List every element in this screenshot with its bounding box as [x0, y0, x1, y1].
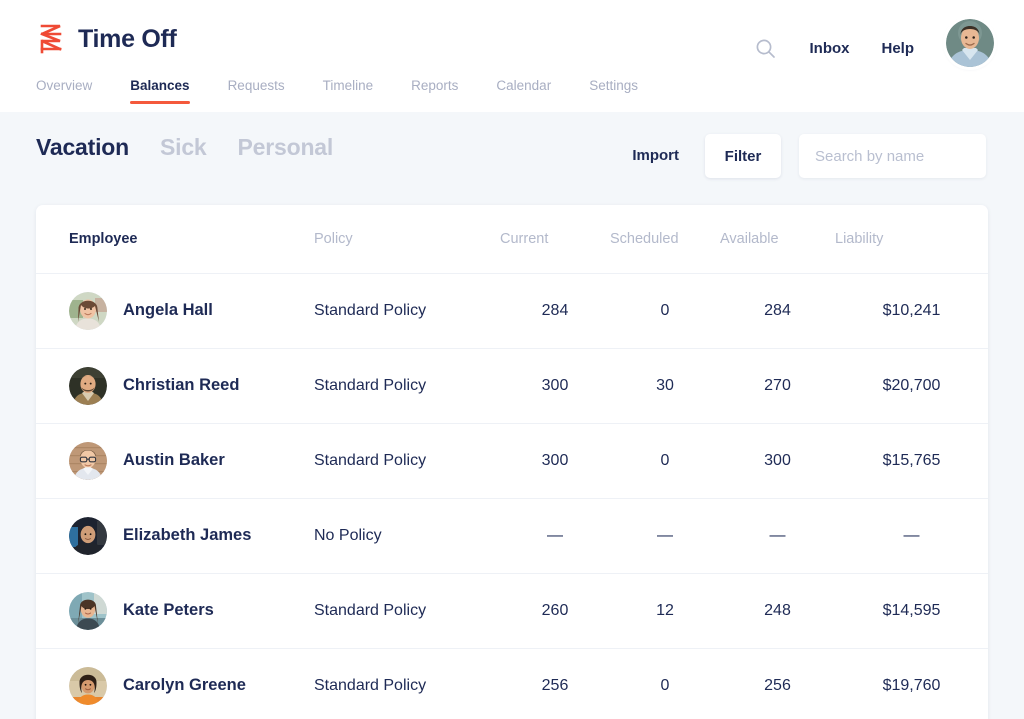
cell-employee: Austin Baker — [36, 423, 314, 498]
cell-policy: Standard Policy — [314, 648, 500, 719]
nav-tab-timeline[interactable]: Timeline — [323, 78, 374, 104]
employee-name: Kate Peters — [123, 601, 214, 620]
avatar-photo — [69, 667, 107, 705]
cell-current: — — [500, 498, 610, 573]
table-row[interactable]: Elizabeth James No Policy — — — — — [36, 498, 988, 573]
cell-current: 300 — [500, 348, 610, 423]
avatar — [69, 592, 107, 630]
cell-policy: Standard Policy — [314, 423, 500, 498]
cell-scheduled: — — [610, 498, 720, 573]
table-row[interactable]: Kate Peters Standard Policy 260 12 248 $… — [36, 573, 988, 648]
avatar-photo — [69, 367, 107, 405]
cell-current: 300 — [500, 423, 610, 498]
cell-liability: $20,700 — [835, 348, 988, 423]
nav-tab-overview[interactable]: Overview — [36, 78, 92, 104]
balances-table: Employee Policy Current Scheduled Availa… — [36, 205, 988, 719]
segment-tab-personal[interactable]: Personal — [238, 134, 334, 161]
cell-employee: Elizabeth James — [36, 498, 314, 573]
cell-available: 300 — [720, 423, 835, 498]
cell-liability: $14,595 — [835, 573, 988, 648]
cell-current: 284 — [500, 273, 610, 348]
employee-name: Carolyn Greene — [123, 676, 246, 695]
cell-employee: Kate Peters — [36, 573, 314, 648]
inbox-link[interactable]: Inbox — [809, 36, 849, 62]
cell-policy: Standard Policy — [314, 573, 500, 648]
search-input[interactable] — [799, 134, 986, 178]
avatar-photo — [69, 592, 107, 630]
column-header-liability[interactable]: Liability — [835, 205, 988, 273]
employee-name: Elizabeth James — [123, 526, 251, 545]
segment-tab-vacation[interactable]: Vacation — [36, 134, 129, 161]
column-header-policy[interactable]: Policy — [314, 205, 500, 273]
zigzag-z-logo-icon — [36, 22, 66, 56]
segment-tab-sick[interactable]: Sick — [160, 134, 207, 161]
toolbar-actions: Import Filter — [632, 134, 986, 178]
cell-scheduled: 0 — [610, 423, 720, 498]
cell-current: 256 — [500, 648, 610, 719]
nav-tab-balances[interactable]: Balances — [130, 78, 189, 104]
cell-available: 284 — [720, 273, 835, 348]
avatar — [69, 517, 107, 555]
cell-available: — — [720, 498, 835, 573]
search-icon[interactable] — [753, 36, 779, 62]
table-row[interactable]: Carolyn Greene Standard Policy 256 0 256… — [36, 648, 988, 719]
cell-liability: $15,765 — [835, 423, 988, 498]
employee-name: Christian Reed — [123, 376, 239, 395]
table-row[interactable]: Austin Baker Standard Policy 300 0 300 $… — [36, 423, 988, 498]
column-header-employee[interactable]: Employee — [36, 205, 314, 273]
column-header-scheduled[interactable]: Scheduled — [610, 205, 720, 273]
cell-employee: Carolyn Greene — [36, 648, 314, 719]
cell-scheduled: 12 — [610, 573, 720, 648]
header-actions: Inbox Help — [753, 30, 994, 67]
avatar-photo — [69, 442, 107, 480]
nav-tab-calendar[interactable]: Calendar — [496, 78, 551, 104]
import-button[interactable]: Import — [632, 134, 679, 178]
primary-nav: Overview Balances Requests Timeline Repo… — [36, 78, 676, 104]
top-header: Time Off Inbox Help — [0, 0, 1024, 112]
nav-tab-requests[interactable]: Requests — [228, 78, 285, 104]
employee-name: Angela Hall — [123, 301, 213, 320]
cell-scheduled: 30 — [610, 348, 720, 423]
table-body: Angela Hall Standard Policy 284 0 284 $1… — [36, 273, 988, 719]
avatar-photo — [69, 292, 107, 330]
cell-current: 260 — [500, 573, 610, 648]
table-row[interactable]: Christian Reed Standard Policy 300 30 27… — [36, 348, 988, 423]
cell-employee: Christian Reed — [36, 348, 314, 423]
brand[interactable]: Time Off — [36, 22, 177, 56]
filter-button[interactable]: Filter — [705, 134, 781, 178]
avatar — [69, 442, 107, 480]
nav-tab-reports[interactable]: Reports — [411, 78, 458, 104]
cell-policy: No Policy — [314, 498, 500, 573]
avatar — [69, 667, 107, 705]
cell-liability: — — [835, 498, 988, 573]
cell-available: 248 — [720, 573, 835, 648]
avatar — [69, 292, 107, 330]
column-header-available[interactable]: Available — [720, 205, 835, 273]
employee-name: Austin Baker — [123, 451, 225, 470]
balances-table-card: Employee Policy Current Scheduled Availa… — [36, 205, 988, 719]
cell-employee: Angela Hall — [36, 273, 314, 348]
cell-scheduled: 0 — [610, 648, 720, 719]
policy-type-tabs: Vacation Sick Personal — [36, 134, 364, 161]
avatar-photo — [946, 19, 994, 67]
table-row[interactable]: Angela Hall Standard Policy 284 0 284 $1… — [36, 273, 988, 348]
avatar-photo — [69, 517, 107, 555]
help-link[interactable]: Help — [881, 36, 914, 62]
balances-toolbar: Vacation Sick Personal Import Filter — [0, 112, 1024, 200]
cell-available: 270 — [720, 348, 835, 423]
table-head: Employee Policy Current Scheduled Availa… — [36, 205, 988, 273]
cell-scheduled: 0 — [610, 273, 720, 348]
avatar — [69, 367, 107, 405]
app-root: Time Off Inbox Help — [0, 0, 1024, 719]
nav-tab-settings[interactable]: Settings — [589, 78, 638, 104]
cell-liability: $19,760 — [835, 648, 988, 719]
cell-policy: Standard Policy — [314, 273, 500, 348]
cell-available: 256 — [720, 648, 835, 719]
cell-liability: $10,241 — [835, 273, 988, 348]
user-avatar[interactable] — [946, 19, 994, 67]
table-header-row: Employee Policy Current Scheduled Availa… — [36, 205, 988, 273]
column-header-current[interactable]: Current — [500, 205, 610, 273]
brand-title: Time Off — [78, 22, 177, 56]
cell-policy: Standard Policy — [314, 348, 500, 423]
